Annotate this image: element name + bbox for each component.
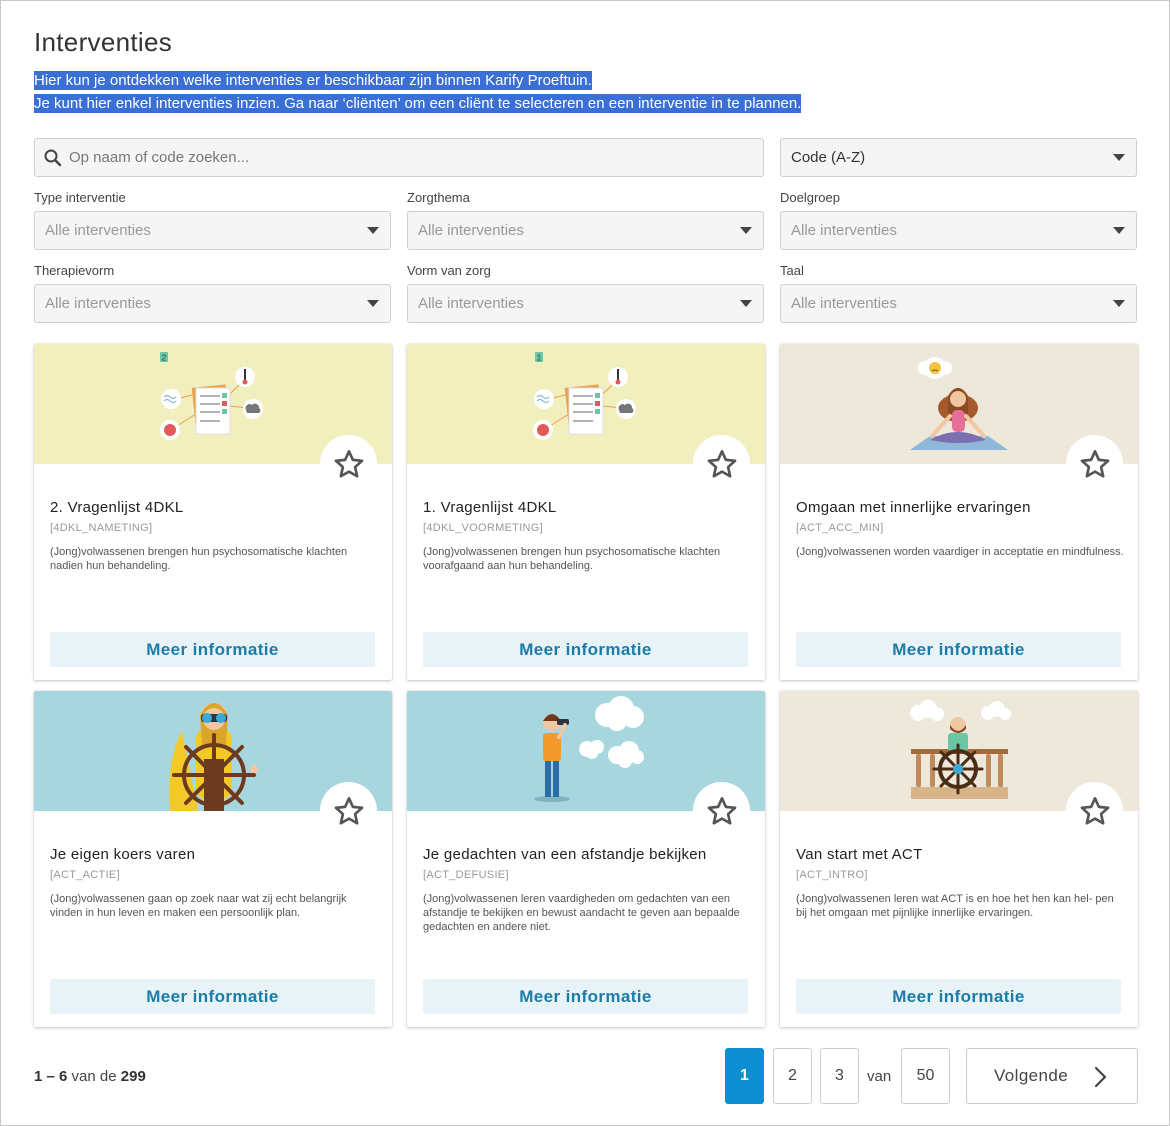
filter-select-value: Alle interventies xyxy=(45,222,151,239)
page-title: Interventies xyxy=(34,27,173,57)
favorite-button[interactable] xyxy=(693,782,750,839)
chevron-down-icon xyxy=(740,227,752,234)
card-description: (Jong)volwassenen brengen hun psychosoma… xyxy=(423,546,721,572)
card-description: (Jong)volwassenen worden vaardiger in ac… xyxy=(796,546,1124,558)
card-title: Je eigen koers varen xyxy=(50,846,196,863)
intro-line-1: Hier kun je ontdekken welke interventies… xyxy=(34,71,592,90)
star-icon xyxy=(707,449,736,478)
filter-select-value: Alle interventies xyxy=(791,295,897,312)
page-button-last[interactable]: 50 xyxy=(901,1048,950,1104)
more-info-button[interactable]: Meer informatie xyxy=(423,632,748,667)
filter-select-taal[interactable]: Alle interventies xyxy=(780,284,1137,323)
result-count: 1 – 6 van de 299 xyxy=(34,1068,146,1085)
search-box[interactable] xyxy=(34,138,764,177)
filter-label-vorm-van-zorg: Vorm van zorg xyxy=(407,263,491,278)
filter-label-doelgroep: Doelgroep xyxy=(780,190,840,205)
result-range: 1 – 6 xyxy=(34,1068,68,1085)
page-button-3[interactable]: 3 xyxy=(820,1048,859,1104)
filter-select-type[interactable]: Alle interventies xyxy=(34,211,391,250)
filter-select-vorm-van-zorg[interactable]: Alle interventies xyxy=(407,284,764,323)
questionnaire-badge: 2 xyxy=(162,354,167,363)
more-info-button[interactable]: Meer informatie xyxy=(423,979,748,1014)
star-icon xyxy=(334,449,363,478)
chevron-down-icon xyxy=(740,300,752,307)
filter-select-zorgthema[interactable]: Alle interventies xyxy=(407,211,764,250)
intervention-card[interactable]: Je gedachten van een afstandje bekijken … xyxy=(407,691,765,1027)
filter-label-zorgthema: Zorgthema xyxy=(407,190,470,205)
favorite-button[interactable] xyxy=(320,435,377,492)
card-description: (Jong)volwassenen leren vaardigheden om … xyxy=(423,893,740,933)
card-code: [4DKL_NAMETING] xyxy=(50,522,153,534)
card-code: [4DKL_VOORMETING] xyxy=(423,522,544,534)
card-description: (Jong)volwassenen gaan op zoek naar wat … xyxy=(50,893,347,919)
filter-label-taal: Taal xyxy=(780,263,804,278)
filter-select-value: Alle interventies xyxy=(418,222,524,239)
chevron-down-icon xyxy=(1113,227,1125,234)
page-button-1[interactable]: 1 xyxy=(725,1048,764,1104)
filter-select-doelgroep[interactable]: Alle interventies xyxy=(780,211,1137,250)
page-button-2[interactable]: 2 xyxy=(773,1048,812,1104)
favorite-button[interactable] xyxy=(320,782,377,839)
chevron-down-icon xyxy=(367,300,379,307)
intervention-card[interactable]: Omgaan met innerlijke ervaringen [ACT_AC… xyxy=(780,344,1138,680)
favorite-button[interactable] xyxy=(1066,782,1123,839)
card-code: [ACT_DEFUSIE] xyxy=(423,869,509,881)
filter-select-value: Alle interventies xyxy=(45,295,151,312)
card-title: Van start met ACT xyxy=(796,846,923,863)
card-title: Je gedachten van een afstandje bekijken xyxy=(423,846,707,863)
intervention-card[interactable]: 1 1. Vragenlijst 4DKL [4DKL_VOORMETING] … xyxy=(407,344,765,680)
card-description: (Jong)volwassenen leren wat ACT is en ho… xyxy=(796,893,1114,919)
search-input[interactable] xyxy=(69,139,749,176)
next-page-label: Volgende xyxy=(994,1066,1069,1085)
result-total: 299 xyxy=(120,1068,146,1085)
more-info-button[interactable]: Meer informatie xyxy=(796,632,1121,667)
filter-select-value: Alle interventies xyxy=(418,295,524,312)
more-info-button[interactable]: Meer informatie xyxy=(796,979,1121,1014)
pagination-van-label: van xyxy=(867,1068,892,1085)
card-title: Omgaan met innerlijke ervaringen xyxy=(796,499,1031,516)
filter-select-therapievorm[interactable]: Alle interventies xyxy=(34,284,391,323)
more-info-button[interactable]: Meer informatie xyxy=(50,632,375,667)
filter-label-therapievorm: Therapievorm xyxy=(34,263,115,278)
star-icon xyxy=(334,796,363,825)
card-title: 2. Vragenlijst 4DKL xyxy=(50,499,184,516)
intro-text: Hier kun je ontdekken welke interventies… xyxy=(34,69,802,115)
chevron-down-icon xyxy=(367,227,379,234)
intervention-card[interactable]: Van start met ACT [ACT_INTRO] (Jong)volw… xyxy=(780,691,1138,1027)
filter-select-value: Alle interventies xyxy=(791,222,897,239)
intro-line-2: Je kunt hier enkel interventies inzien. … xyxy=(34,94,802,113)
chevron-down-icon xyxy=(1113,154,1125,161)
card-description: (Jong)volwassenen brengen hun psychosoma… xyxy=(50,546,348,572)
chevron-down-icon xyxy=(1113,300,1125,307)
card-code: [ACT_INTRO] xyxy=(796,869,868,881)
intervention-card[interactable]: Je eigen koers varen [ACT_ACTIE] (Jong)v… xyxy=(34,691,392,1027)
intervention-card[interactable]: 2 2. Vragenlijst 4DKL [4DKL_NAMETING] (J… xyxy=(34,344,392,680)
filter-label-type: Type interventie xyxy=(34,190,126,205)
star-icon xyxy=(707,796,736,825)
next-page-button[interactable]: Volgende xyxy=(966,1048,1138,1104)
favorite-button[interactable] xyxy=(693,435,750,492)
app-window: Interventies Hier kun je ontdekken welke… xyxy=(0,0,1170,1126)
result-of-text: van de xyxy=(71,1068,117,1085)
favorite-button[interactable] xyxy=(1066,435,1123,492)
card-title: 1. Vragenlijst 4DKL xyxy=(423,499,557,516)
sort-select[interactable]: Code (A-Z) xyxy=(780,138,1137,177)
search-icon xyxy=(44,149,62,167)
sort-select-value: Code (A-Z) xyxy=(791,149,866,166)
star-icon xyxy=(1080,796,1109,825)
card-code: [ACT_ACTIE] xyxy=(50,869,120,881)
star-icon xyxy=(1080,449,1109,478)
card-code: [ACT_ACC_MIN] xyxy=(796,522,884,534)
more-info-button[interactable]: Meer informatie xyxy=(50,979,375,1014)
questionnaire-badge: 1 xyxy=(537,354,542,363)
chevron-right-icon xyxy=(1094,1066,1107,1088)
